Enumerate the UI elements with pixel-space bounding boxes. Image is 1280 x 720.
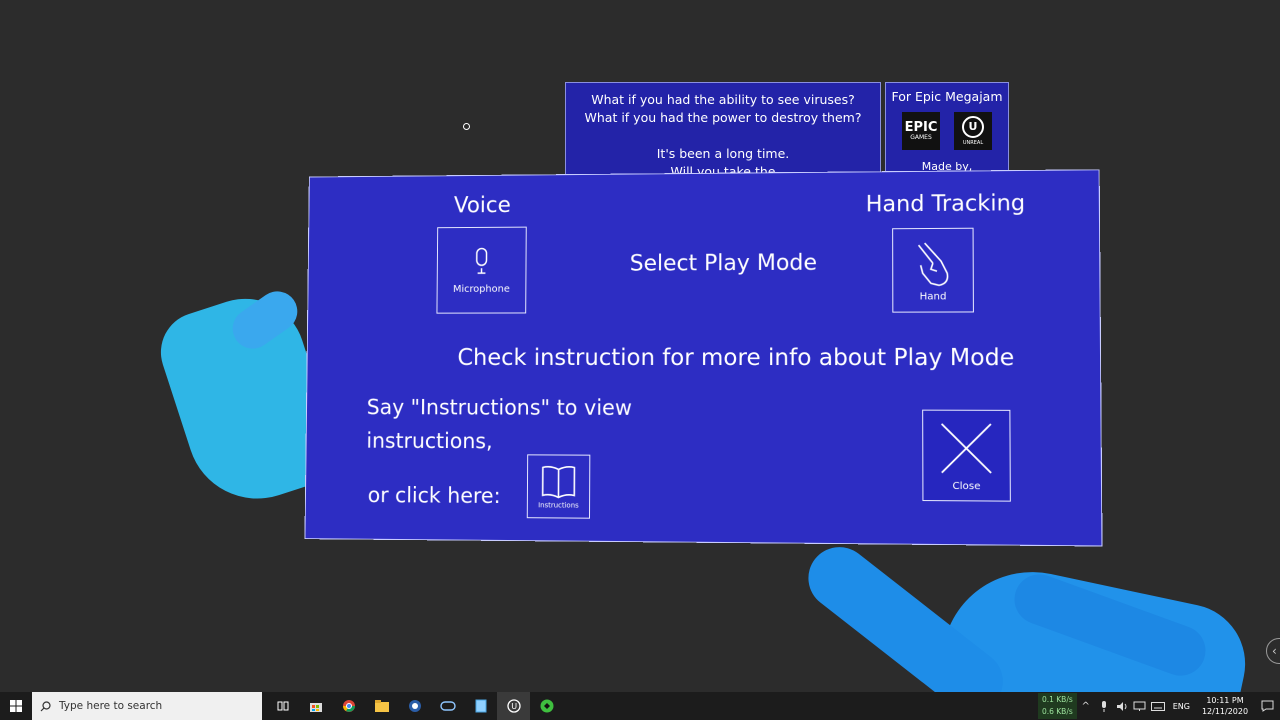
file-explorer-icon[interactable] xyxy=(365,692,398,720)
voice-title: Voice xyxy=(454,193,511,218)
network-icon[interactable] xyxy=(1132,692,1148,720)
unreal-engine-icon[interactable]: U xyxy=(497,692,530,720)
svg-text:U: U xyxy=(511,702,517,711)
hand-button[interactable]: Hand xyxy=(892,228,974,313)
clock-time: 10:11 PM xyxy=(1196,695,1254,706)
instructions-label: Instructions xyxy=(538,501,579,509)
input-language[interactable]: ENG xyxy=(1173,702,1190,711)
network-speed-meter: 0.1 KB/s 0.6 KB/s xyxy=(1038,693,1077,719)
task-view-icon[interactable] xyxy=(266,692,299,720)
taskbar-search-box[interactable]: Type here to search xyxy=(32,692,262,720)
check-instruction-text: Check instruction for more info about Pl… xyxy=(457,345,1014,371)
hand-tracking-title: Hand Tracking xyxy=(866,191,1026,217)
story-line: What if you had the power to destroy the… xyxy=(566,109,880,127)
instructions-button[interactable]: Instructions xyxy=(527,454,591,518)
side-panel-toggle-icon[interactable]: ‹ xyxy=(1266,638,1280,664)
microphone-button[interactable]: Microphone xyxy=(436,227,526,314)
notepad-icon[interactable] xyxy=(464,692,497,720)
app-icon[interactable] xyxy=(398,692,431,720)
or-click-here-text: or click here: xyxy=(368,483,501,508)
store-icon[interactable] xyxy=(299,692,332,720)
story-line: What if you had the ability to see virus… xyxy=(566,91,880,109)
system-clock[interactable]: 10:11 PM 12/11/2020 xyxy=(1196,695,1254,717)
clock-date: 12/11/2020 xyxy=(1196,706,1254,717)
microphone-icon xyxy=(471,246,493,276)
windows-logo-icon xyxy=(10,700,22,712)
net-up-speed: 0.6 KB/s xyxy=(1042,706,1073,718)
hand-pointer-icon xyxy=(910,238,955,291)
windows-taskbar: Type here to search U 0.1 KB/s 0.6 KB/s … xyxy=(0,692,1280,720)
gaze-cursor xyxy=(463,123,470,130)
epic-games-logo: EPIC GAMES xyxy=(902,112,940,150)
book-icon xyxy=(539,463,579,499)
credit-title: For Epic Megajam xyxy=(886,89,1008,104)
story-line: It's been a long time. xyxy=(566,145,880,163)
close-icon xyxy=(938,419,996,476)
chrome-icon[interactable] xyxy=(332,692,365,720)
search-icon xyxy=(40,701,51,712)
say-instructions-text: Say "Instructions" to view instructions, xyxy=(366,390,661,459)
select-play-mode-title: Select Play Mode xyxy=(630,251,817,277)
unreal-engine-logo: U UNREAL xyxy=(954,112,992,150)
start-button[interactable] xyxy=(0,692,32,720)
hand-label: Hand xyxy=(920,291,947,302)
close-label: Close xyxy=(952,480,980,491)
vr-scene: What if you had the ability to see virus… xyxy=(0,0,1280,692)
notification-center-icon[interactable] xyxy=(1254,700,1280,712)
keyboard-icon[interactable] xyxy=(1150,692,1166,720)
vr-headset-icon[interactable] xyxy=(431,692,464,720)
microphone-label: Microphone xyxy=(453,283,510,294)
story-line xyxy=(566,127,880,145)
search-placeholder: Type here to search xyxy=(59,700,162,712)
green-app-icon[interactable] xyxy=(530,692,563,720)
volume-icon[interactable] xyxy=(1114,692,1130,720)
microphone-tray-icon[interactable] xyxy=(1096,692,1112,720)
close-button[interactable]: Close xyxy=(922,410,1011,502)
play-mode-panel: Voice Hand Tracking Select Play Mode Mic… xyxy=(304,169,1102,546)
chevron-up-icon[interactable]: ^ xyxy=(1078,692,1094,720)
net-down-speed: 0.1 KB/s xyxy=(1042,694,1073,706)
